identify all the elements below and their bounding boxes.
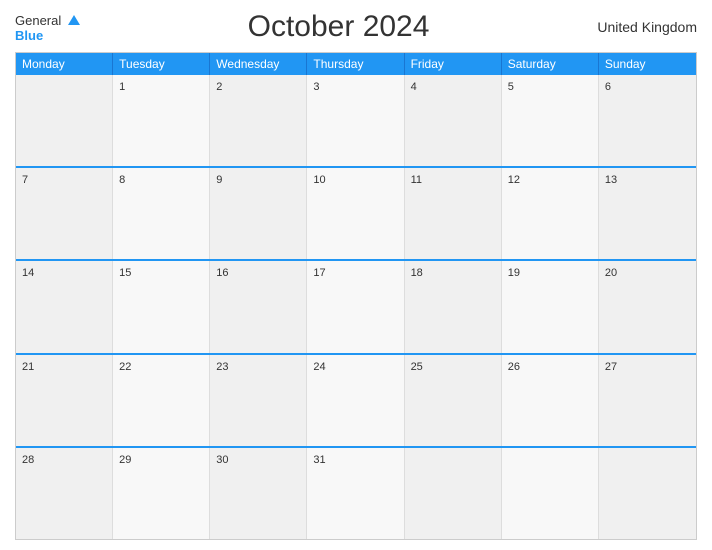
header: General Blue October 2024 United Kingdom [15, 10, 697, 44]
cell-w2-thu: 10 [307, 168, 404, 259]
col-thursday: Thursday [307, 53, 404, 75]
calendar: Monday Tuesday Wednesday Thursday Friday… [15, 52, 697, 540]
cell-w5-sun [599, 448, 696, 539]
calendar-header: Monday Tuesday Wednesday Thursday Friday… [16, 53, 696, 75]
col-sunday: Sunday [599, 53, 696, 75]
cell-w3-thu: 17 [307, 261, 404, 352]
cell-w2-tue: 8 [113, 168, 210, 259]
cell-w4-fri: 25 [405, 355, 502, 446]
cell-w4-sun: 27 [599, 355, 696, 446]
cell-w3-mon: 14 [16, 261, 113, 352]
cell-w5-tue: 29 [113, 448, 210, 539]
col-saturday: Saturday [502, 53, 599, 75]
week-5: 28 29 30 31 [16, 446, 696, 539]
col-wednesday: Wednesday [210, 53, 307, 75]
logo: General Blue [15, 13, 80, 42]
cell-w5-fri [405, 448, 502, 539]
cell-w3-sat: 19 [502, 261, 599, 352]
logo-blue-text: Blue [15, 29, 80, 42]
cell-w4-tue: 22 [113, 355, 210, 446]
cell-w1-mon [16, 75, 113, 166]
cell-w3-wed: 16 [210, 261, 307, 352]
cell-w3-sun: 20 [599, 261, 696, 352]
cell-w4-thu: 24 [307, 355, 404, 446]
cell-w5-mon: 28 [16, 448, 113, 539]
cell-w2-sun: 13 [599, 168, 696, 259]
cell-w2-sat: 12 [502, 168, 599, 259]
cell-w4-sat: 26 [502, 355, 599, 446]
cell-w2-mon: 7 [16, 168, 113, 259]
calendar-body: 1 2 3 4 5 6 7 8 9 10 11 12 13 14 15 16 1… [16, 75, 696, 539]
cell-w2-fri: 11 [405, 168, 502, 259]
cell-w3-fri: 18 [405, 261, 502, 352]
week-1: 1 2 3 4 5 6 [16, 75, 696, 166]
col-friday: Friday [405, 53, 502, 75]
logo-general-text: General [15, 13, 61, 28]
cell-w5-sat [502, 448, 599, 539]
calendar-title: October 2024 [248, 10, 430, 44]
col-monday: Monday [16, 53, 113, 75]
logo-triangle-icon [68, 15, 80, 25]
cell-w1-sun: 6 [599, 75, 696, 166]
week-4: 21 22 23 24 25 26 27 [16, 353, 696, 446]
logo-general: General [15, 13, 80, 29]
cell-w1-wed: 2 [210, 75, 307, 166]
cell-w4-wed: 23 [210, 355, 307, 446]
cell-w1-fri: 4 [405, 75, 502, 166]
cell-w3-tue: 15 [113, 261, 210, 352]
col-tuesday: Tuesday [113, 53, 210, 75]
cell-w1-thu: 3 [307, 75, 404, 166]
week-3: 14 15 16 17 18 19 20 [16, 259, 696, 352]
cell-w4-mon: 21 [16, 355, 113, 446]
week-2: 7 8 9 10 11 12 13 [16, 166, 696, 259]
cell-w5-thu: 31 [307, 448, 404, 539]
cell-w2-wed: 9 [210, 168, 307, 259]
region-label: United Kingdom [597, 19, 697, 35]
cell-w5-wed: 30 [210, 448, 307, 539]
page: General Blue October 2024 United Kingdom… [0, 0, 712, 550]
cell-w1-tue: 1 [113, 75, 210, 166]
cell-w1-sat: 5 [502, 75, 599, 166]
